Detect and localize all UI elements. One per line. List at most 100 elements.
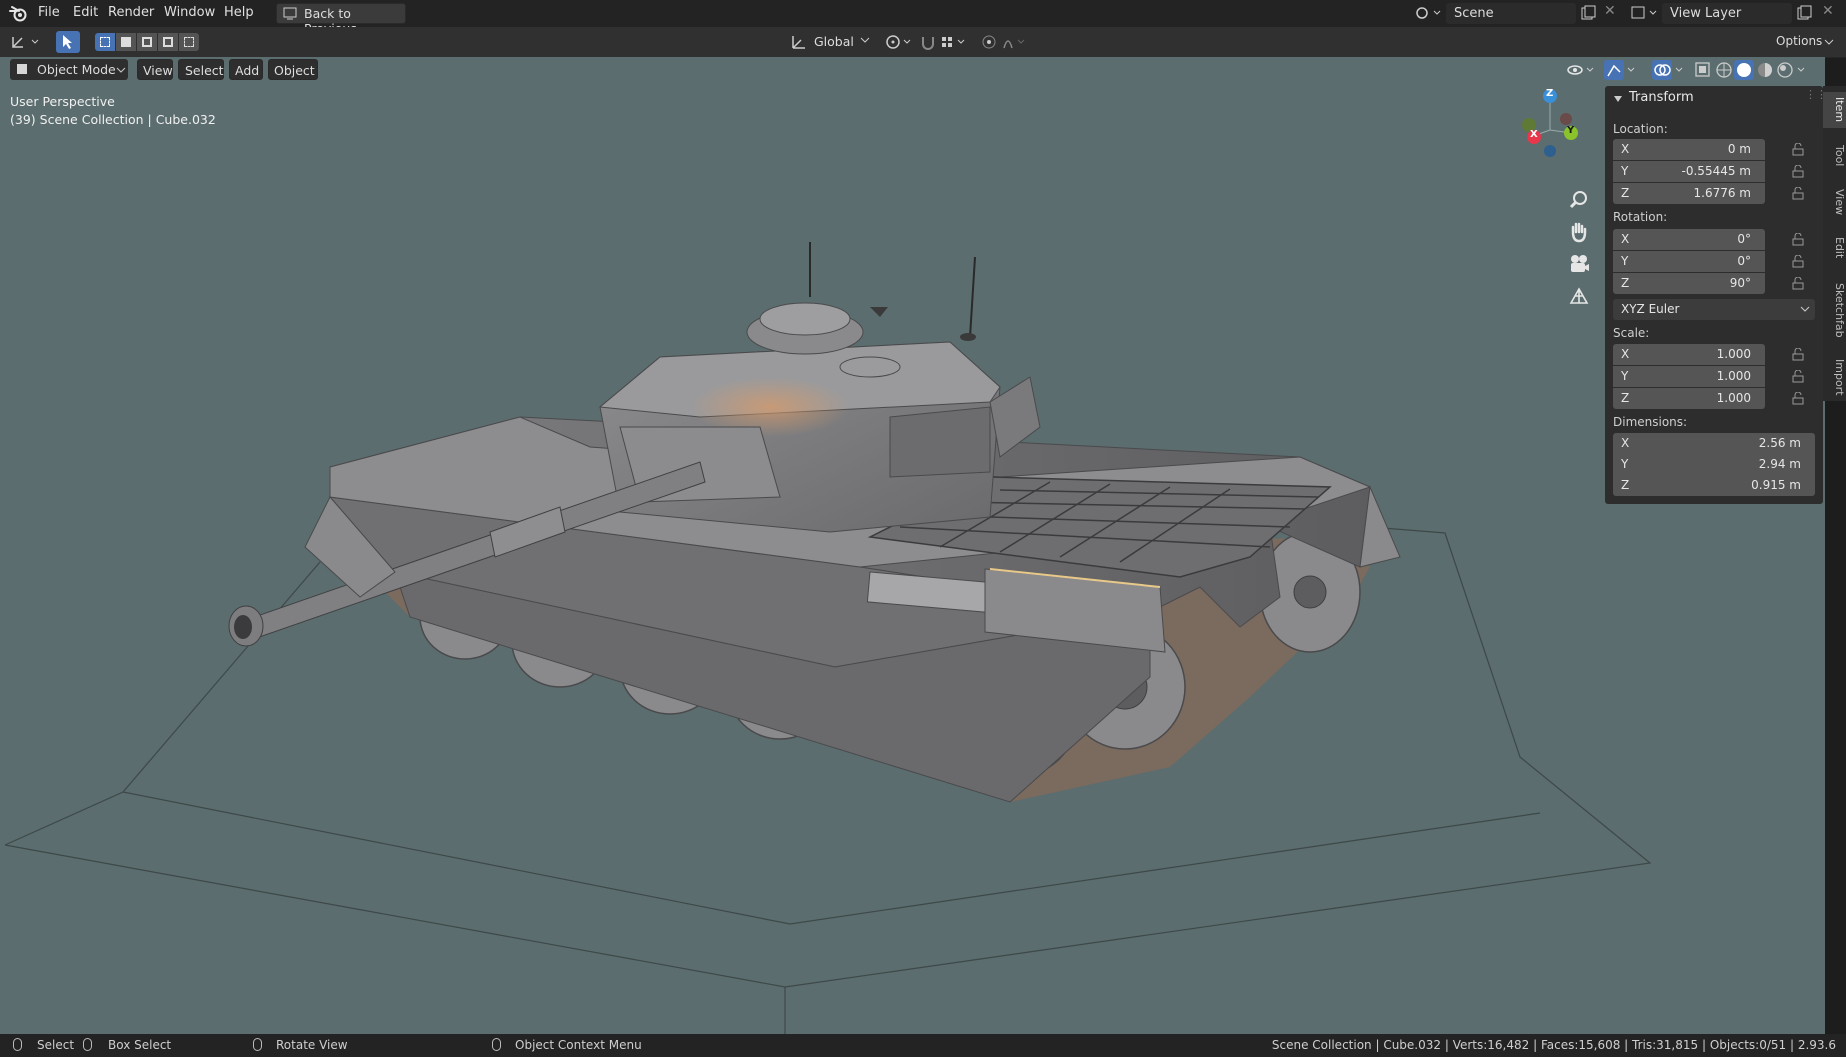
dimensions-y-value: 2.94 m xyxy=(1758,457,1801,471)
mouse-middle-icon xyxy=(253,1038,262,1051)
mode-extend-icon[interactable] xyxy=(116,33,136,51)
object-mode-select[interactable]: Object Mode xyxy=(10,59,128,80)
tab-tool[interactable]: Tool xyxy=(1823,138,1846,174)
options-dropdown[interactable]: Options xyxy=(1764,31,1838,52)
chevron-down-icon xyxy=(1800,306,1810,312)
lock-icon[interactable] xyxy=(1792,277,1805,290)
snap-icon[interactable] xyxy=(920,33,970,51)
rotation-x-field[interactable]: X 0° xyxy=(1613,229,1765,250)
location-x-field[interactable]: X 0 m xyxy=(1613,139,1765,160)
view-menu-label: View xyxy=(143,63,173,78)
rotation-y-value: 0° xyxy=(1737,254,1751,268)
mode-intersect-icon[interactable] xyxy=(179,33,199,51)
editor-type-icon[interactable] xyxy=(10,33,42,51)
lock-icon[interactable] xyxy=(1792,392,1805,405)
select-menu[interactable]: Select xyxy=(178,59,224,80)
gizmo-y-label: Y xyxy=(1567,125,1575,136)
lock-icon[interactable] xyxy=(1792,187,1805,200)
back-to-previous-button[interactable]: Back to Previous xyxy=(276,3,406,36)
object-mode-label: Object Mode xyxy=(37,62,116,77)
tab-edit[interactable]: Edit xyxy=(1823,230,1846,266)
location-z-axis: Z xyxy=(1621,186,1630,200)
status-select-hint: Select xyxy=(37,1038,75,1052)
zoom-icon[interactable] xyxy=(1566,187,1592,213)
location-x-axis: X xyxy=(1621,142,1630,156)
chevron-down-icon xyxy=(116,67,126,73)
scale-z-value: 1.000 xyxy=(1716,391,1751,405)
chevron-down-icon xyxy=(1824,39,1834,45)
location-y-field[interactable]: Y -0.55445 m xyxy=(1613,161,1765,182)
navigation-gizmo[interactable]: Z X Y xyxy=(1505,85,1585,165)
scene-render xyxy=(4,242,1652,1034)
location-z-value: 1.6776 m xyxy=(1693,186,1752,200)
rotation-z-field[interactable]: Z 90° xyxy=(1613,273,1765,294)
tab-view[interactable]: View xyxy=(1823,184,1846,220)
dimensions-label: Dimensions: xyxy=(1613,415,1688,429)
scale-z-field[interactable]: Z 1.000 xyxy=(1613,388,1765,409)
scale-x-field[interactable]: X 1.000 xyxy=(1613,344,1765,365)
rotation-x-axis: X xyxy=(1621,232,1630,246)
menu-edit[interactable]: Edit xyxy=(73,5,98,20)
proportional-editing-icon[interactable] xyxy=(980,33,1030,51)
dimensions-z-field[interactable]: Z 0.915 m xyxy=(1613,475,1815,496)
rotation-z-value: 90° xyxy=(1729,276,1751,290)
lock-icon[interactable] xyxy=(1792,143,1805,156)
remove-view-layer-icon[interactable]: ✕ xyxy=(1822,3,1834,19)
lock-icon[interactable] xyxy=(1792,370,1805,383)
menu-file[interactable]: File xyxy=(38,5,60,20)
tab-import[interactable]: Import xyxy=(1823,354,1846,400)
object-menu-label: Object xyxy=(274,63,315,78)
location-y-axis: Y xyxy=(1621,164,1629,178)
mode-invert-icon[interactable] xyxy=(158,33,178,51)
ortho-grid-icon[interactable] xyxy=(1566,283,1592,309)
add-menu[interactable]: Add xyxy=(229,59,263,80)
camera-view-icon[interactable] xyxy=(1566,251,1592,277)
pan-hand-icon[interactable] xyxy=(1566,219,1592,245)
view-layer-icon[interactable] xyxy=(1630,4,1660,22)
chevron-down-icon[interactable] xyxy=(860,37,870,45)
new-view-layer-icon[interactable] xyxy=(1796,5,1812,21)
transform-panel-title: Transform xyxy=(1629,90,1694,105)
collapse-triangle-icon[interactable] xyxy=(1613,94,1623,104)
scale-x-axis: X xyxy=(1621,347,1630,361)
dimensions-x-field[interactable]: X 2.56 m xyxy=(1613,433,1815,454)
dimensions-z-value: 0.915 m xyxy=(1751,478,1801,492)
mode-set-icon[interactable] xyxy=(95,33,115,51)
menu-render[interactable]: Render xyxy=(108,5,154,20)
tab-sketchfab[interactable]: Sketchfab xyxy=(1823,276,1846,344)
transform-orientation-select[interactable]: Global xyxy=(814,34,854,49)
scale-y-field[interactable]: Y 1.000 xyxy=(1613,366,1765,387)
dimensions-y-field[interactable]: Y 2.94 m xyxy=(1613,454,1815,475)
menu-window[interactable]: Window xyxy=(164,5,215,20)
cursor-arrow-icon xyxy=(63,35,72,49)
viewport-display-controls[interactable] xyxy=(1566,60,1821,80)
view-menu[interactable]: View xyxy=(137,59,173,80)
tab-item[interactable]: Item xyxy=(1823,92,1846,128)
pivot-point-icon[interactable] xyxy=(884,33,914,51)
lock-icon[interactable] xyxy=(1792,255,1805,268)
scene-type-icon[interactable] xyxy=(1414,4,1444,22)
menu-help[interactable]: Help xyxy=(224,5,254,20)
rotation-y-axis: Y xyxy=(1621,254,1629,268)
top-menu-bar: File Edit Render Window Help Back to Pre… xyxy=(0,0,1846,36)
options-label: Options xyxy=(1776,34,1823,48)
view-layer-field[interactable]: View Layer xyxy=(1662,3,1792,24)
lock-icon[interactable] xyxy=(1792,348,1805,361)
dimensions-x-value: 2.56 m xyxy=(1758,436,1801,450)
blender-logo-icon[interactable] xyxy=(9,5,27,22)
rotation-mode-select[interactable]: XYZ Euler xyxy=(1613,299,1815,320)
select-tool-button[interactable] xyxy=(56,31,80,53)
scene-name-field[interactable]: Scene xyxy=(1446,3,1576,24)
3d-viewport[interactable]: User Perspective (39) Scene Collection |… xyxy=(0,57,1825,1034)
new-scene-icon[interactable] xyxy=(1580,5,1596,21)
mode-subtract-icon[interactable] xyxy=(137,33,157,51)
lock-icon[interactable] xyxy=(1792,233,1805,246)
lock-icon[interactable] xyxy=(1792,165,1805,178)
location-y-value: -0.55445 m xyxy=(1681,164,1751,178)
location-z-field[interactable]: Z 1.6776 m xyxy=(1613,183,1765,204)
object-menu[interactable]: Object xyxy=(268,59,318,80)
gizmo-z-label: Z xyxy=(1546,88,1554,99)
dimensions-y-axis: Y xyxy=(1621,457,1629,471)
remove-scene-icon[interactable]: ✕ xyxy=(1604,3,1616,19)
rotation-y-field[interactable]: Y 0° xyxy=(1613,251,1765,272)
